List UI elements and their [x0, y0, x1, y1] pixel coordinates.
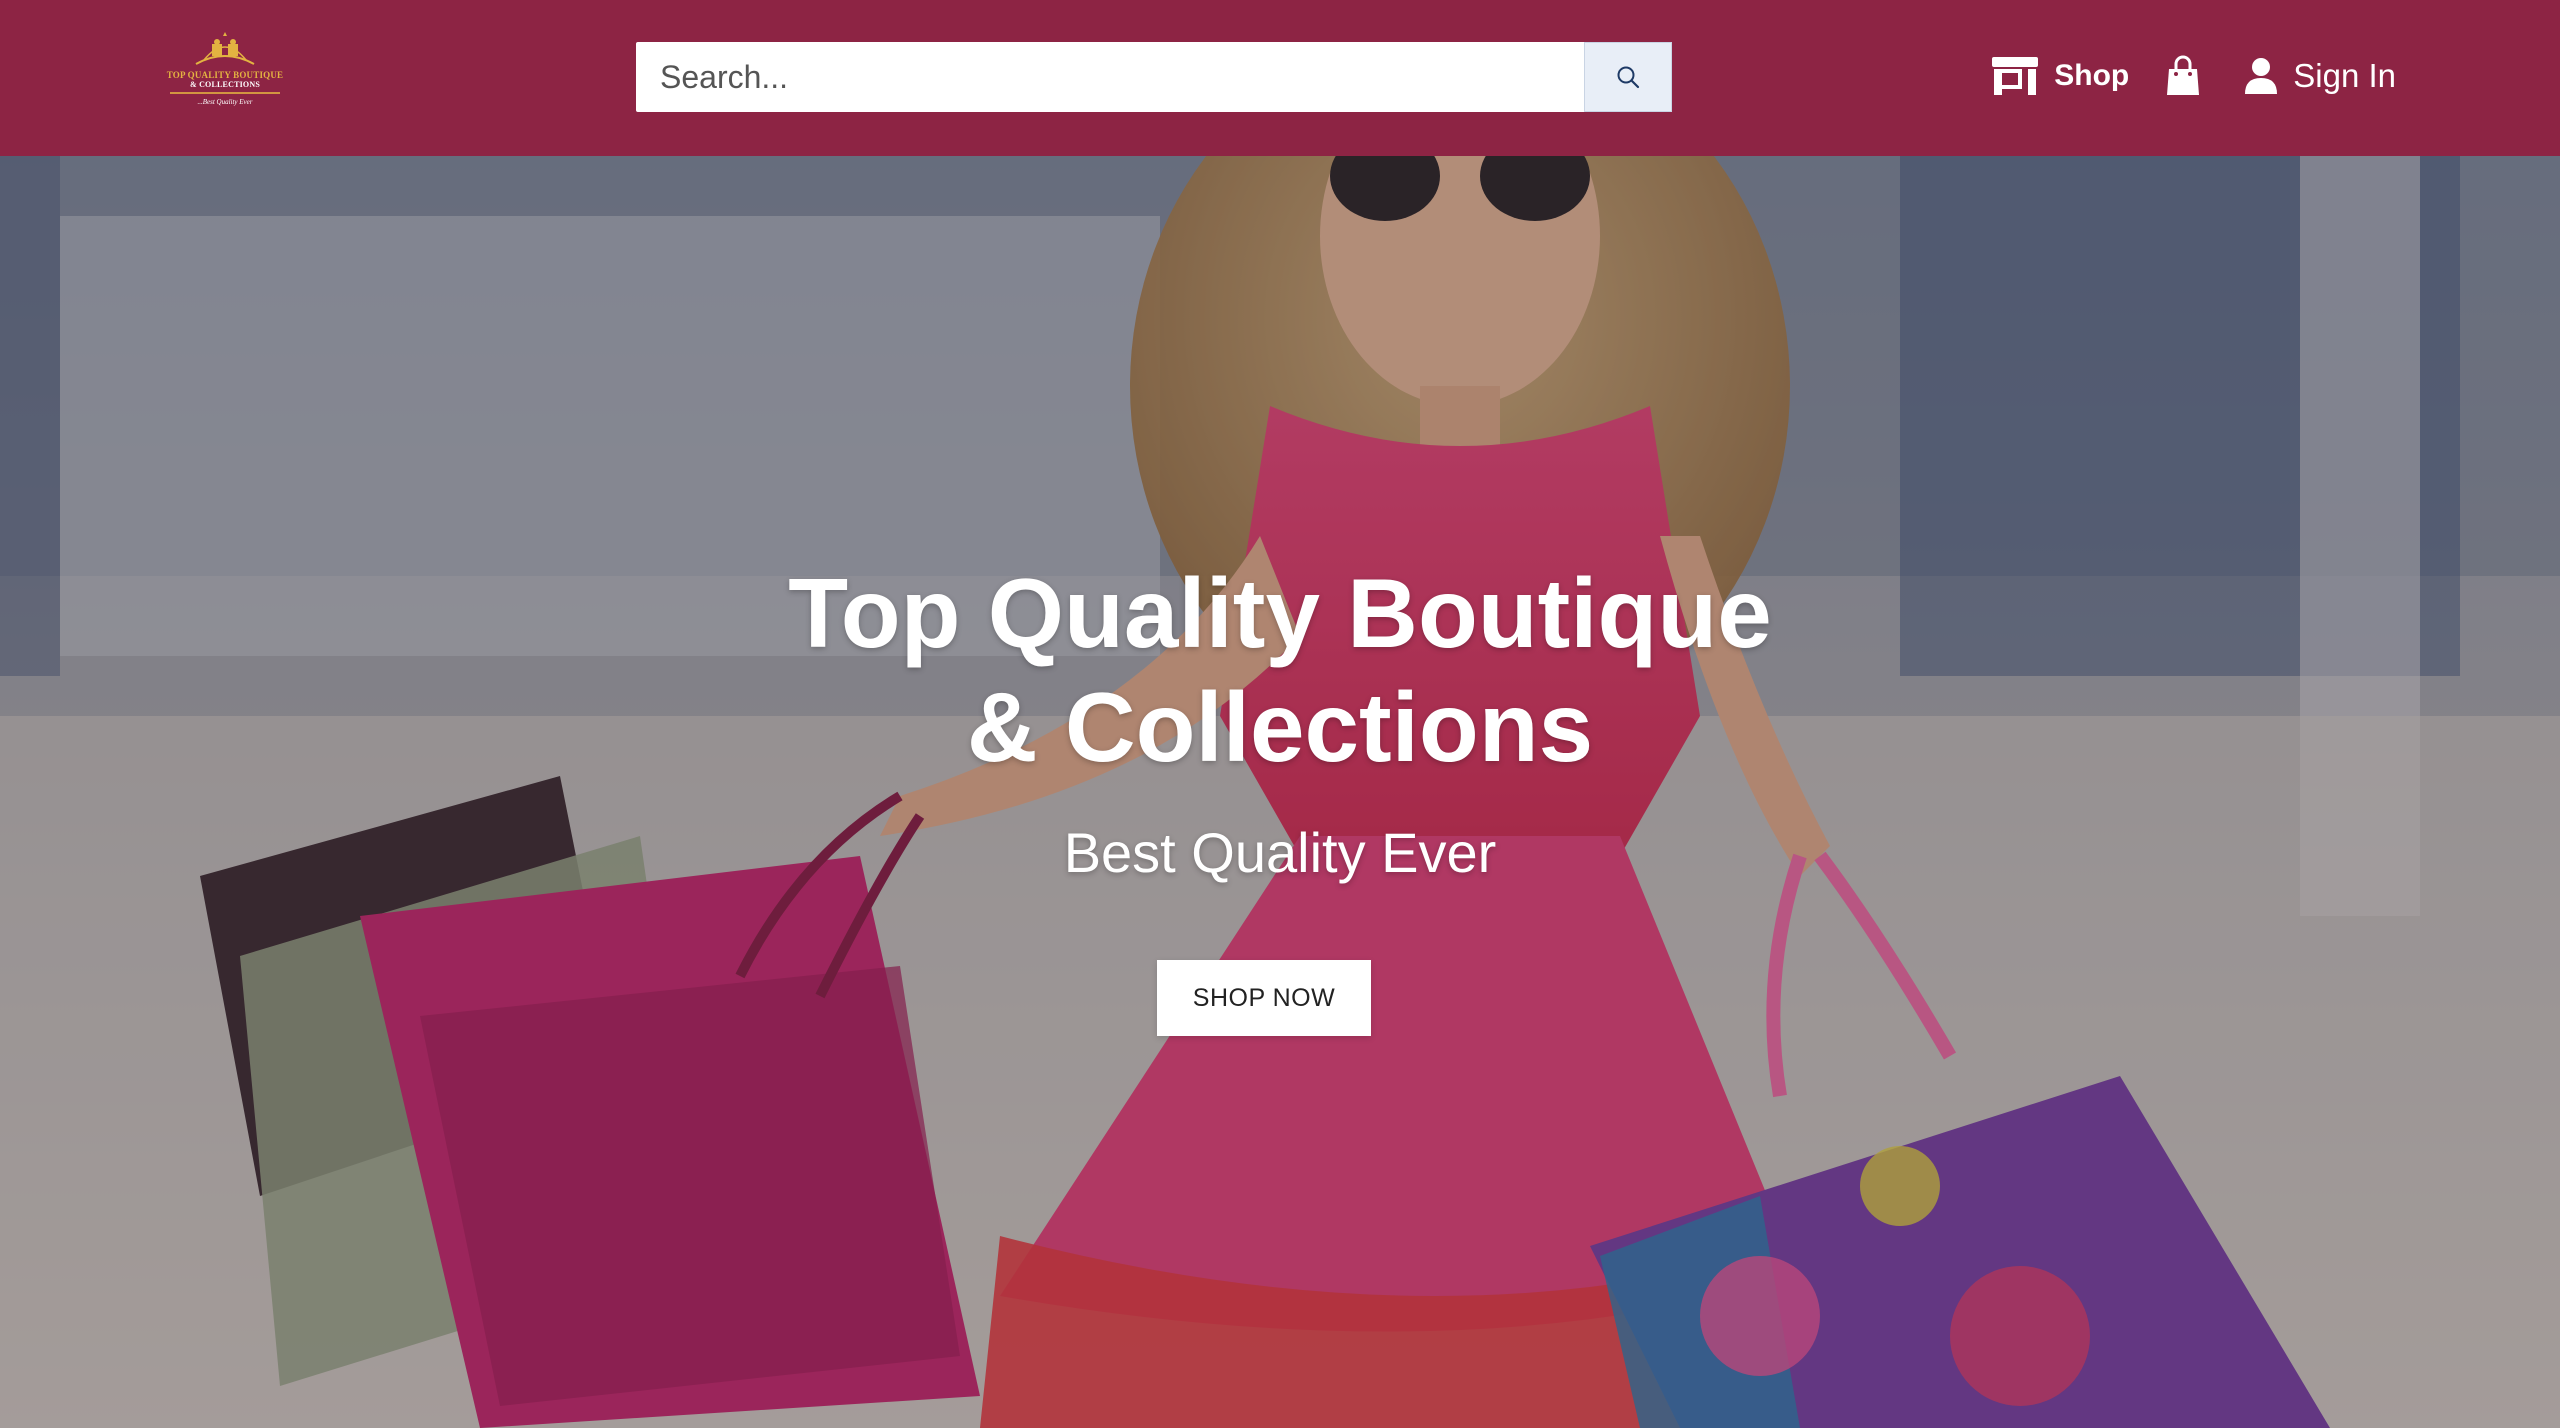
hero-dark-overlay [0, 156, 2560, 1428]
hero-title-line1: Top Quality Boutique [788, 558, 1772, 668]
hero-title: Top Quality Boutique & Collections [0, 556, 2560, 784]
logo-text-line1: TOP QUALITY BOUTIQUE [166, 70, 284, 80]
logo-text-line2: & COLLECTIONS [190, 80, 260, 89]
search-form [636, 42, 1672, 112]
logo-crest-icon [195, 32, 255, 65]
hero-banner: Top Quality Boutique & Collections Best … [0, 156, 2560, 1428]
top-navbar: TOP QUALITY BOUTIQUE & COLLECTIONS ...Be… [0, 0, 2560, 156]
logo-tagline: ...Best Quality Ever [197, 98, 253, 106]
search-input[interactable] [636, 42, 1584, 112]
hero-subtitle: Best Quality Ever [1063, 821, 1497, 884]
cart-link[interactable] [2165, 55, 2201, 97]
search-button[interactable] [1584, 42, 1672, 112]
header-nav: Shop Sign In [1990, 46, 2396, 106]
sign-in-link[interactable]: Sign In [2243, 56, 2396, 96]
storefront-icon [1992, 57, 2039, 95]
logo-divider [170, 92, 280, 94]
search-icon [1617, 66, 1640, 89]
shop-link[interactable]: Shop [1990, 55, 2129, 97]
brand-logo[interactable]: TOP QUALITY BOUTIQUE & COLLECTIONS ...Be… [158, 30, 292, 128]
shop-now-button[interactable]: SHOP NOW [1157, 960, 1371, 1036]
shopping-bag-icon [2167, 55, 2200, 95]
hero-title-line2: & Collections [966, 672, 1594, 782]
shop-link-label: Shop [2054, 59, 2130, 92]
sign-in-label: Sign In [2293, 57, 2396, 94]
user-icon [2245, 58, 2278, 94]
